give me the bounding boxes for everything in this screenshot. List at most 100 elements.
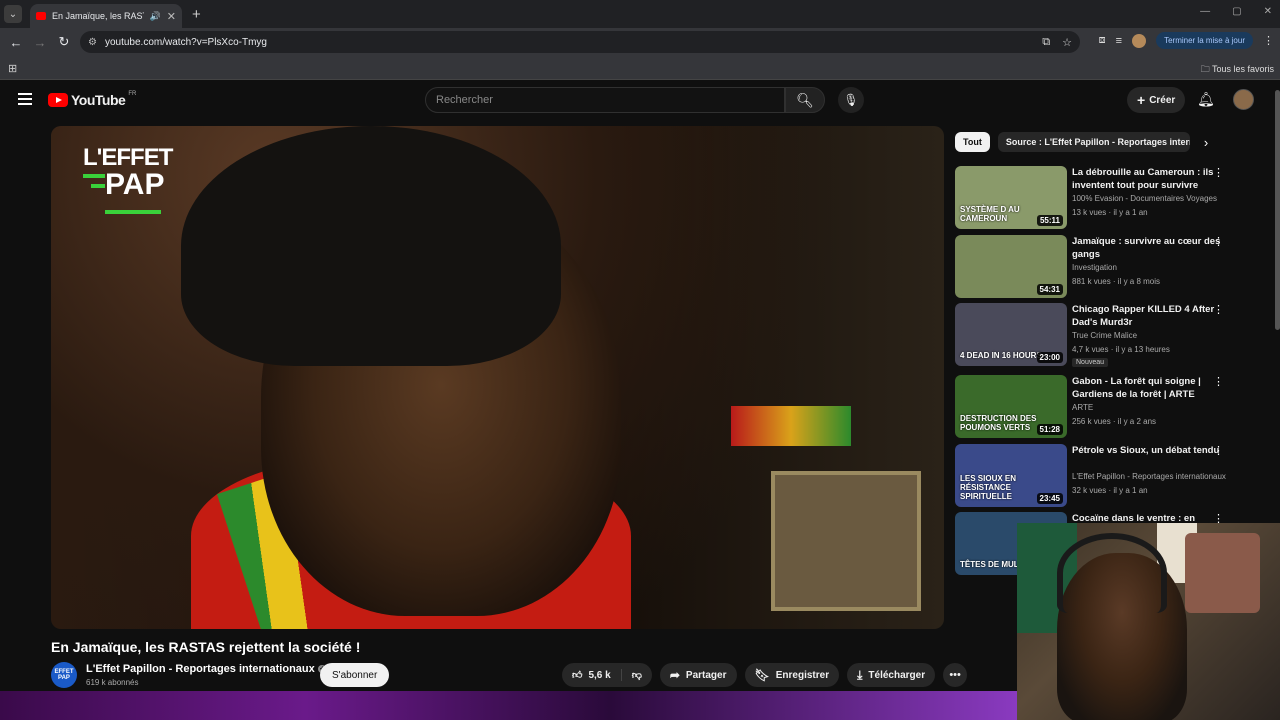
more-vertical-icon[interactable]: ⋮	[1213, 375, 1224, 388]
bookmark-star-icon[interactable]: ☆	[1062, 36, 1072, 49]
voice-search-button[interactable]: 🎙︎	[838, 87, 864, 113]
save-label: Enregistrer	[775, 669, 830, 681]
chevron-right-icon[interactable]: ›	[1204, 135, 1208, 150]
new-tab-button[interactable]: +	[192, 6, 201, 23]
recommendation-channel[interactable]: Investigation	[1072, 263, 1232, 272]
dislike-button[interactable]: 👎︎	[622, 669, 652, 681]
account-avatar[interactable]	[1233, 89, 1254, 110]
notifications-bell-icon[interactable]: 🔔︎	[1197, 91, 1215, 108]
recommendation-title[interactable]: Pétrole vs Sioux, un débat tendu	[1072, 444, 1232, 457]
more-vertical-icon[interactable]: ⋮	[1213, 166, 1224, 179]
reading-list-icon[interactable]: ≡	[1116, 35, 1122, 47]
recommendation-channel[interactable]: ARTE	[1072, 403, 1232, 412]
chip-all[interactable]: Tout	[955, 132, 990, 152]
url-text[interactable]: youtube.com/watch?v=PlsXco-Tmyg	[105, 37, 267, 48]
duration-badge: 23:00	[1036, 352, 1063, 363]
window-controls: — ▢ ✕	[1200, 6, 1272, 17]
create-button[interactable]: + Créer	[1127, 87, 1186, 113]
more-vertical-icon[interactable]: ⋮	[1213, 235, 1224, 248]
recommendation-item[interactable]: 4 DEAD IN 16 HOURS 23:00 Chicago Rapper KI…	[955, 303, 1255, 367]
hamburger-menu-icon[interactable]	[18, 93, 32, 105]
apps-grid-icon[interactable]: ⊞	[8, 62, 17, 75]
browser-toolbar: ← → ↻ ⚙ youtube.com/watch?v=PlsXco-Tmyg …	[0, 28, 1280, 56]
speaker-icon[interactable]: 🔊	[150, 11, 161, 22]
back-arrow-icon[interactable]: ←	[4, 35, 28, 50]
close-window-button[interactable]: ✕	[1264, 6, 1272, 17]
channel-name[interactable]: L'Effet Papillon - Reportages internatio…	[86, 663, 326, 675]
new-badge: Nouveau	[1072, 358, 1109, 367]
download-label: Télécharger	[868, 669, 926, 681]
tab-list-chevron-icon[interactable]: ⌄	[4, 5, 22, 23]
extensions-icon[interactable]: ⧈	[1099, 34, 1106, 47]
video-player[interactable]: L'EFFET PAP	[51, 126, 944, 629]
duration-badge: 54:31	[1036, 284, 1063, 295]
logo-region: FR	[128, 91, 137, 97]
duration-badge: 23:45	[1036, 493, 1063, 504]
reload-icon[interactable]: ↻	[52, 34, 76, 50]
recommendation-item[interactable]: 54:31 Jamaïque : survivre au cœur des gan…	[955, 235, 1255, 299]
video-actions: 👍︎ 5,6 k 👎︎ ➦ Partager 🔖︎ Enregistrer ⤓ …	[562, 663, 968, 687]
recommendation-item[interactable]: LES SIOUX EN RÉSISTANCE SPIRITUELLE 23:45…	[955, 444, 1255, 508]
duration-badge: 51:28	[1036, 424, 1063, 435]
more-horizontal-icon: •••	[949, 669, 961, 681]
create-label: Créer	[1149, 94, 1176, 106]
youtube-logo[interactable]: YouTube FR	[48, 91, 137, 108]
search-icon: 🔍︎	[796, 91, 814, 108]
recommendation-title[interactable]: Jamaïque : survivre au cœur des gangs	[1072, 235, 1232, 261]
share-arrow-icon: ➦	[669, 668, 680, 682]
webcam-headset	[1057, 533, 1167, 613]
search-button[interactable]: 🔍︎	[785, 87, 825, 113]
profile-avatar[interactable]	[1132, 33, 1147, 48]
forward-arrow-icon[interactable]: →	[28, 35, 52, 50]
tab-close-icon[interactable]: ✕	[167, 10, 176, 23]
filter-chips: Tout Source : L'Effet Papillon - Reporta…	[955, 132, 1208, 152]
search-input[interactable]: Rechercher	[425, 87, 785, 113]
all-bookmarks-label: Tous les favoris	[1211, 64, 1274, 74]
channel-name-text: L'Effet Papillon - Reportages internatio…	[86, 663, 315, 675]
share-button[interactable]: ➦ Partager	[659, 663, 737, 687]
recommendation-thumbnail[interactable]: DESTRUCTION DES POUMONS VERTS 51:28	[955, 375, 1067, 438]
watermark-line1: L'EFFET	[83, 144, 173, 171]
recommendation-title[interactable]: Gabon - La forêt qui soigne | Gardiens d…	[1072, 375, 1232, 401]
install-app-icon[interactable]: ⧉	[1042, 36, 1050, 49]
bookmarks-bar: ⊞ 🗀 Tous les favoris	[0, 56, 1280, 80]
recommendation-meta: 4,7 k vues · il y a 13 heures	[1072, 345, 1170, 354]
recommendation-title[interactable]: Chicago Rapper KILLED 4 After Dad's Murd…	[1072, 303, 1232, 329]
recommendation-channel[interactable]: 100% Evasion - Documentaires Voyages	[1072, 194, 1232, 203]
subscribe-button[interactable]: S'abonner	[320, 663, 390, 687]
logo-text: YouTube	[71, 92, 126, 108]
maximize-button[interactable]: ▢	[1232, 6, 1241, 17]
recommendation-thumbnail[interactable]: 54:31	[955, 235, 1067, 298]
more-vertical-icon[interactable]: ⋮	[1213, 303, 1224, 316]
recommendation-meta: 881 k vues · il y a 8 mois	[1072, 277, 1161, 286]
page-scrollbar[interactable]	[1275, 90, 1280, 330]
all-bookmarks-folder[interactable]: 🗀 Tous les favoris	[1201, 62, 1274, 78]
recommendation-title[interactable]: La débrouille au Cameroun : ils inventen…	[1072, 166, 1232, 192]
recommendation-item[interactable]: SYSTÈME D AU CAMEROUN 55:11 La débrouille …	[955, 166, 1255, 230]
more-vertical-icon[interactable]: ⋮	[1213, 444, 1224, 457]
duration-badge: 55:11	[1036, 215, 1063, 226]
browser-tab-active[interactable]: En Jamaïque, les RASTAS re 🔊 ✕	[30, 4, 182, 28]
save-button[interactable]: 🔖︎ Enregistrer	[744, 663, 840, 687]
recommendation-channel[interactable]: L'Effet Papillon - Reportages internatio…	[1072, 472, 1232, 481]
address-bar[interactable]: ⚙ youtube.com/watch?v=PlsXco-Tmyg ⧉ ☆	[80, 31, 1080, 53]
recommendation-thumbnail[interactable]: LES SIOUX EN RÉSISTANCE SPIRITUELLE 23:45	[955, 444, 1067, 507]
recommendation-meta: 13 k vues · il y a 1 an	[1072, 208, 1148, 217]
recommendation-thumbnail[interactable]: 4 DEAD IN 16 HOURS 23:00	[955, 303, 1067, 366]
like-dislike-group: 👍︎ 5,6 k 👎︎	[562, 663, 652, 687]
site-info-icon[interactable]: ⚙	[88, 37, 97, 48]
chip-source[interactable]: Source : L'Effet Papillon - Reportages i…	[997, 132, 1190, 152]
more-actions-button[interactable]: •••	[943, 663, 968, 687]
recommendation-thumbnail[interactable]: SYSTÈME D AU CAMEROUN 55:11	[955, 166, 1067, 229]
video-subject-hat	[181, 126, 561, 366]
recommendation-channel[interactable]: True Crime Malice	[1072, 331, 1232, 340]
like-button[interactable]: 👍︎ 5,6 k	[562, 669, 622, 681]
recommendation-item[interactable]: DESTRUCTION DES POUMONS VERTS 51:28 Gabon …	[955, 375, 1255, 439]
browser-menu-icon[interactable]: ⋮	[1263, 34, 1274, 47]
update-button[interactable]: Terminer la mise à jour	[1156, 32, 1253, 49]
youtube-favicon-icon	[36, 12, 46, 20]
video-scene-shelf	[731, 406, 851, 446]
minimize-button[interactable]: —	[1200, 6, 1210, 17]
download-button[interactable]: ⤓ Télécharger	[847, 663, 936, 687]
channel-avatar[interactable]: EFFET PAP	[51, 662, 77, 688]
